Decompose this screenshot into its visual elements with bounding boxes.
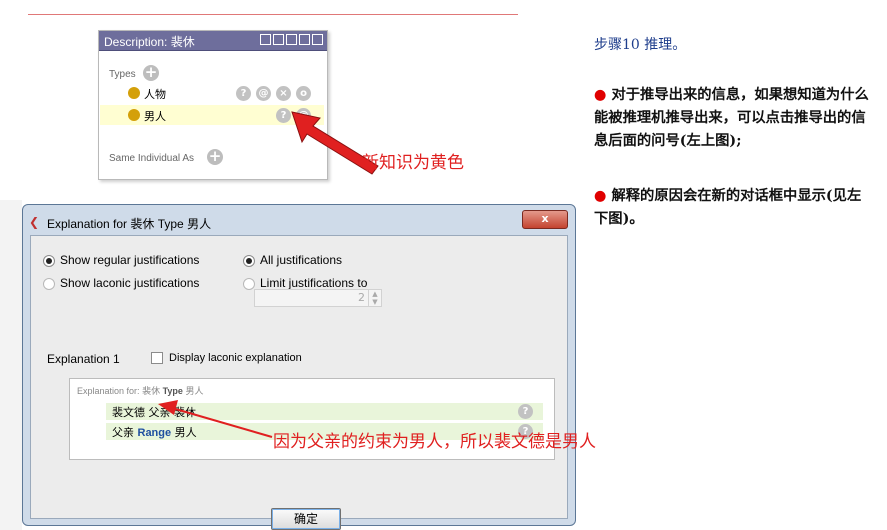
help-icon[interactable] [260,34,271,45]
restore-icon[interactable] [273,34,284,45]
radio-selected-icon [243,254,255,267]
types-label: Types [109,69,136,80]
add-same-individual-icon[interactable]: + [207,149,223,165]
background-window-edge [0,200,22,530]
dialog-title: Explanation for 裴休 Type 男人 [47,217,212,231]
limit-value: 2 [358,291,365,304]
edit-circle-icon[interactable]: o [296,86,311,101]
paragraph-2: ● 解释的原因会在新的对话框中显示(见左下图)。 [594,185,869,231]
radio-all-label: All justifications [260,253,343,267]
display-laconic-checkbox[interactable]: Display laconic explanation [151,352,302,365]
paragraph-2-text: 解释的原因会在新的对话框中显示(见左下图)。 [594,188,862,227]
type-label-1: 人物 [144,88,166,101]
radio-regular-label: Show regular justifications [60,253,200,267]
checkbox-icon [151,352,163,365]
explanation-for-prefix: Explanation for: [77,386,140,396]
radio-laconic-label: Show laconic justifications [60,276,200,290]
row-2-prefix: 父亲 [112,426,134,439]
explanation-dialog: ❮ Explanation for 裴休 Type 男人 x Show regu… [22,204,576,530]
description-title-bar: Description: 裴休 [99,31,327,51]
delete-icon[interactable]: × [276,86,291,101]
type-dot-icon [128,87,140,99]
top-divider-line [28,14,518,15]
annotation-reason: 因为父亲的约束为男人，所以裴文德是男人 [273,432,596,452]
step-heading: 步骤10 推理。 [594,37,687,53]
bullet-icon: ● [594,188,607,204]
explain-question-icon[interactable]: ? [518,404,533,419]
radio-limit-justifications[interactable]: Limit justifications to [243,276,367,290]
radio-all-justifications[interactable]: All justifications [243,253,342,267]
radio-icon [43,277,55,290]
add-type-icon[interactable]: + [143,65,159,81]
dialog-body: Show regular justifications Show laconic… [30,235,568,530]
annotate-at-icon[interactable]: @ [256,86,271,101]
close-icon[interactable] [312,34,323,45]
paragraph-1: ● 对于推导出来的信息，如果想知道为什么能被推理机推导出来，可以点击推导出的信息… [594,84,869,153]
annotation-arrow-icon [158,400,273,438]
protege-logo-icon: ❮ [29,215,40,229]
window-buttons [260,34,323,45]
bullet-icon: ● [594,87,607,103]
annotation-new-knowledge: 新知识为黄色 [362,153,464,173]
description-title: Description: 裴休 [104,35,195,49]
type-label-2: 男人 [144,110,166,123]
type-dot-icon [128,109,140,121]
limit-spinner[interactable]: 2 ▲ ▼ [254,289,382,307]
ok-button[interactable]: 确定 [271,508,341,530]
same-individual-label: Same Individual As [109,153,195,164]
display-laconic-label: Display laconic explanation [169,352,302,364]
radio-limit-label: Limit justifications to [260,276,368,290]
radio-selected-icon [43,254,55,267]
radio-laconic-justifications[interactable]: Show laconic justifications [43,276,199,290]
paragraph-1-text: 对于推导出来的信息，如果想知道为什么能被推理机推导出来，可以点击推导出的信息后面… [594,87,869,149]
explain-question-icon[interactable]: ? [236,86,251,101]
radio-regular-justifications[interactable]: Show regular justifications [43,253,199,267]
close-button[interactable]: x [522,210,568,229]
spinner-arrows-icon[interactable]: ▲ ▼ [368,290,381,306]
maximize-icon[interactable] [299,34,310,45]
explanation-label: Explanation 1 [47,352,120,366]
minimize-icon[interactable] [286,34,297,45]
